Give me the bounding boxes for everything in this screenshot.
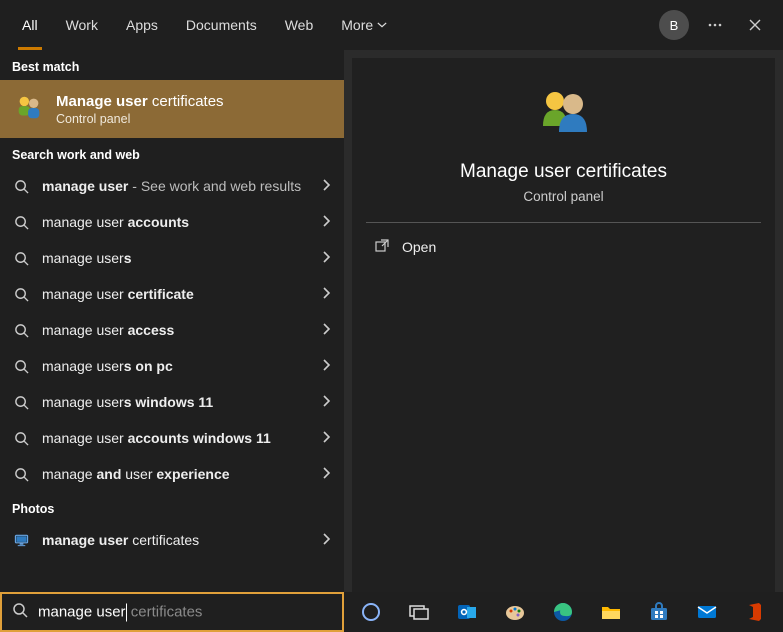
chevron-right-icon[interactable] (320, 394, 332, 410)
taskbar-file-explorer[interactable] (590, 592, 632, 632)
taskbar (344, 592, 783, 632)
search-icon (12, 395, 30, 410)
chevron-right-icon[interactable] (320, 322, 332, 338)
certificates-large-icon (536, 86, 592, 143)
chevron-right-icon[interactable] (320, 214, 332, 230)
results-panel: Best match Manage user certificates Cont… (0, 50, 344, 632)
chevron-right-icon[interactable] (320, 532, 332, 548)
suggestion-row[interactable]: manage user - See work and web results (0, 168, 344, 204)
best-match-result[interactable]: Manage user certificates Control panel (0, 80, 344, 138)
suggestion-row[interactable]: manage user certificate (0, 276, 344, 312)
chevron-right-icon[interactable] (320, 466, 332, 482)
tab-more[interactable]: More (327, 0, 401, 50)
suggestion-row[interactable]: manage user accounts windows 11 (0, 420, 344, 456)
group-header-photos: Photos (0, 492, 344, 522)
suggestion-row[interactable]: manage users on pc (0, 348, 344, 384)
suggestion-text: manage user access (42, 322, 308, 338)
suggestion-text: manage users windows 11 (42, 394, 308, 410)
taskbar-mail[interactable] (686, 592, 728, 632)
suggestion-text: manage user - See work and web results (42, 178, 308, 194)
suggestion-text: manage user accounts (42, 214, 308, 230)
taskbar-task-view[interactable] (398, 592, 440, 632)
best-match-title-bold: Manage user (56, 93, 148, 110)
taskbar-outlook[interactable] (446, 592, 488, 632)
best-match-subtitle: Control panel (56, 112, 224, 126)
search-box[interactable]: manage user certificates (0, 592, 344, 632)
suggestion-list: manage user - See work and web results ma… (0, 168, 344, 492)
photos-text: manage user certificates (42, 532, 308, 548)
taskbar-office[interactable] (734, 592, 776, 632)
action-open[interactable]: Open (352, 223, 775, 270)
tab-label: Web (285, 17, 314, 33)
search-icon (12, 287, 30, 302)
suggestion-row[interactable]: manage users (0, 240, 344, 276)
best-match-text: Manage user certificates Control panel (56, 93, 224, 126)
suggestion-text: manage and user experience (42, 466, 308, 482)
tab-label: More (341, 17, 373, 33)
preview-panel-outer: Manage user certificates Control panel O… (344, 50, 783, 632)
taskbar-edge[interactable] (542, 592, 584, 632)
search-icon (12, 215, 30, 230)
photos-list: manage user certificates (0, 522, 344, 558)
tab-apps[interactable]: Apps (112, 0, 172, 50)
chevron-right-icon[interactable] (320, 286, 332, 302)
suggestion-row[interactable]: manage user accounts (0, 204, 344, 240)
tab-label: Apps (126, 17, 158, 33)
more-options-button[interactable] (695, 5, 735, 45)
taskbar-microsoft-store[interactable] (638, 592, 680, 632)
chevron-right-icon[interactable] (320, 430, 332, 446)
search-icon (12, 251, 30, 266)
tab-label: Documents (186, 17, 257, 33)
action-label: Open (402, 239, 436, 255)
search-icon (12, 323, 30, 338)
suggestion-row[interactable]: manage user access (0, 312, 344, 348)
search-icon (12, 431, 30, 446)
group-header-best-match: Best match (0, 50, 344, 80)
search-filter-tabbar: All Work Apps Documents Web More B (0, 0, 783, 50)
tab-label: Work (66, 17, 98, 33)
suggestion-text: manage user accounts windows 11 (42, 430, 308, 446)
chevron-right-icon[interactable] (320, 250, 332, 266)
suggestion-text: manage user certificate (42, 286, 308, 302)
tab-label: All (22, 17, 38, 33)
preview-subtitle: Control panel (523, 189, 603, 204)
certificates-icon (14, 92, 44, 127)
monitor-icon (12, 533, 30, 548)
group-header-search-web: Search work and web (0, 138, 344, 168)
suggestion-text: manage users (42, 250, 308, 266)
chevron-right-icon[interactable] (320, 358, 332, 374)
tab-documents[interactable]: Documents (172, 0, 271, 50)
tab-all[interactable]: All (8, 0, 52, 50)
suggestion-row[interactable]: manage and user experience (0, 456, 344, 492)
photos-row[interactable]: manage user certificates (0, 522, 344, 558)
open-icon (374, 237, 390, 256)
taskbar-cortana[interactable] (350, 592, 392, 632)
search-icon (12, 179, 30, 194)
preview-title: Manage user certificates (460, 161, 667, 183)
avatar-initial: B (670, 18, 679, 33)
search-icon (12, 602, 28, 623)
search-icon (12, 467, 30, 482)
close-button[interactable] (735, 5, 775, 45)
best-match-title-rest: certificates (148, 93, 224, 110)
best-match-title: Manage user certificates (56, 93, 224, 110)
search-filter-tabs: All Work Apps Documents Web More (8, 0, 401, 50)
tab-work[interactable]: Work (52, 0, 112, 50)
chevron-right-icon[interactable] (320, 178, 332, 194)
preview-panel: Manage user certificates Control panel O… (352, 58, 775, 624)
tab-web[interactable]: Web (271, 0, 328, 50)
suggestion-text: manage users on pc (42, 358, 308, 374)
search-icon (12, 359, 30, 374)
chevron-down-icon (377, 17, 387, 33)
taskbar-paint[interactable] (494, 592, 536, 632)
suggestion-row[interactable]: manage users windows 11 (0, 384, 344, 420)
user-avatar[interactable]: B (659, 10, 689, 40)
